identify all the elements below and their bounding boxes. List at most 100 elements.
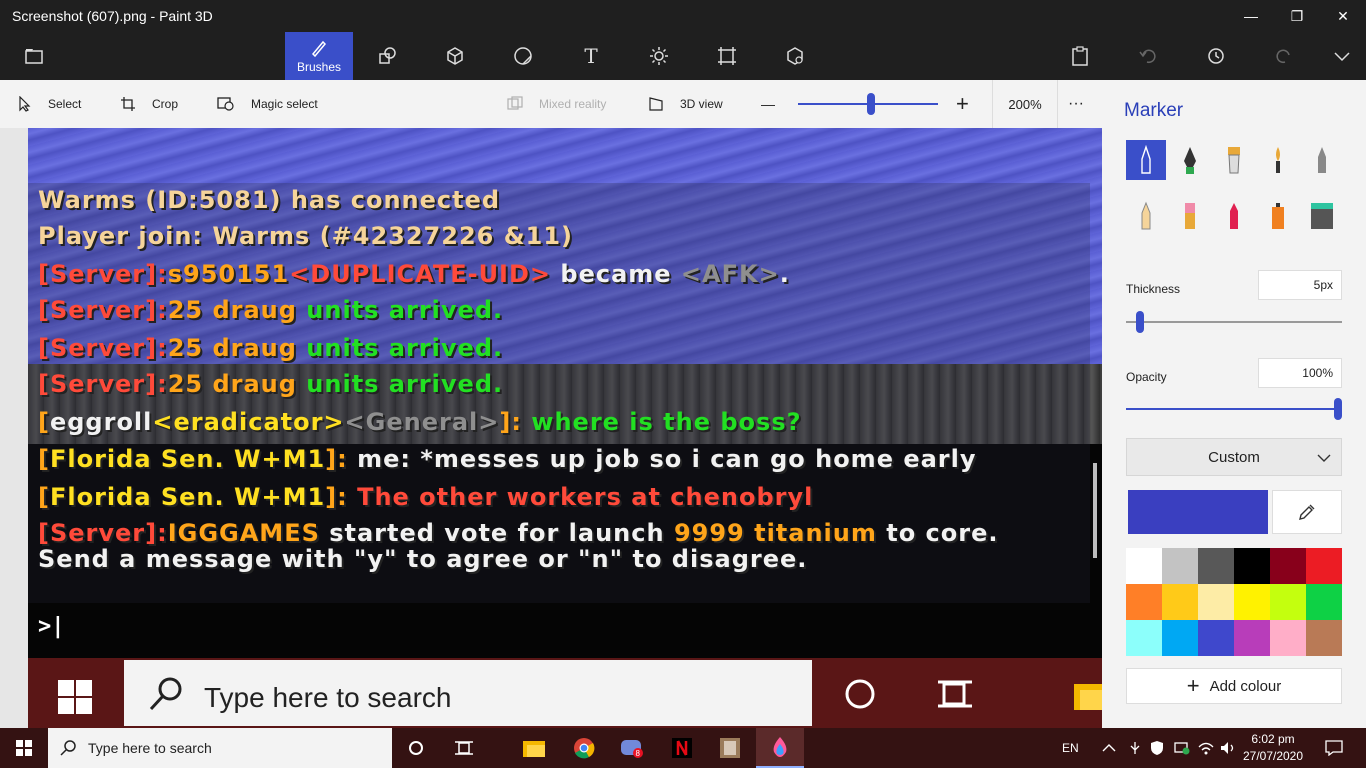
minimize-button[interactable]: — <box>1228 0 1274 32</box>
clock[interactable]: 6:02 pm 27/07/2020 <box>1238 731 1308 765</box>
marker-tool[interactable] <box>1126 140 1166 180</box>
opacity-input[interactable]: 100% <box>1258 358 1342 388</box>
language-indicator[interactable]: EN <box>1062 728 1079 768</box>
close-button[interactable]: ✕ <box>1320 0 1366 32</box>
brush-icon <box>311 40 327 58</box>
oil-brush-tool[interactable] <box>1214 140 1254 180</box>
show-hidden-icons[interactable] <box>1102 728 1116 768</box>
zoom-out-button[interactable]: — <box>761 80 775 128</box>
crop-button[interactable]: Crop <box>120 80 178 128</box>
palette-swatch[interactable] <box>1126 548 1162 584</box>
palette-swatch[interactable] <box>1234 584 1270 620</box>
opacity-slider-thumb[interactable] <box>1334 398 1342 420</box>
effects-tab[interactable] <box>625 32 693 80</box>
palette-swatch[interactable] <box>1126 620 1162 656</box>
pencil-tool[interactable] <box>1126 196 1166 236</box>
search-icon <box>60 740 76 756</box>
update-tray-icon[interactable] <box>1174 728 1190 768</box>
expand-button[interactable] <box>1308 32 1366 80</box>
palette-swatch[interactable] <box>1198 620 1234 656</box>
pixel-pen-icon <box>1318 147 1326 173</box>
pixel-pen-tool[interactable] <box>1302 140 1342 180</box>
palette-swatch[interactable] <box>1270 548 1306 584</box>
current-color-swatch[interactable] <box>1128 490 1268 534</box>
canvas-area[interactable]: Warms (ID:5081) has connected Player join… <box>0 128 1102 728</box>
palette-swatch[interactable] <box>1306 584 1342 620</box>
opacity-slider[interactable] <box>1126 408 1342 410</box>
more-options-button[interactable]: ··· <box>1068 80 1084 128</box>
taskbar-search-box[interactable]: Type here to search <box>48 728 392 768</box>
palette-swatch[interactable] <box>1306 548 1342 584</box>
library-3d-tab[interactable] <box>761 32 829 80</box>
chat-segment: <General> <box>344 408 500 436</box>
palette-swatch[interactable] <box>1198 584 1234 620</box>
eraser-tool[interactable] <box>1170 196 1210 236</box>
fill-tool[interactable] <box>1302 196 1342 236</box>
security-tray-icon[interactable] <box>1150 728 1164 768</box>
view-3d-button[interactable]: 3D view <box>648 80 723 128</box>
task-view-button[interactable] <box>440 728 488 768</box>
text-tab[interactable]: T <box>557 32 625 80</box>
window-title: Screenshot (607).png - Paint 3D <box>12 8 213 24</box>
canvas-tab[interactable] <box>693 32 761 80</box>
select-button[interactable]: Select <box>18 80 81 128</box>
stickers-tab[interactable] <box>489 32 557 80</box>
discord-app[interactable]: 8 <box>608 728 656 768</box>
palette-swatch[interactable] <box>1306 620 1342 656</box>
brushes-tab[interactable]: Brushes <box>285 32 353 80</box>
palette-swatch[interactable] <box>1126 584 1162 620</box>
view-3d-icon <box>649 97 663 111</box>
chat-input-prompt[interactable]: >| <box>38 614 65 639</box>
palette-swatch[interactable] <box>1162 548 1198 584</box>
crayon-tool[interactable] <box>1214 196 1254 236</box>
mixed-reality-button[interactable]: Mixed reality <box>507 80 606 128</box>
chat-segment: <eradicator> <box>152 408 345 436</box>
wifi-tray-icon[interactable] <box>1198 728 1214 768</box>
color-dropdown[interactable]: Custom <box>1126 438 1342 476</box>
volume-icon <box>1221 742 1234 754</box>
chat-segment: . <box>779 260 790 288</box>
chrome-app[interactable] <box>560 728 608 768</box>
magic-select-button[interactable]: Magic select <box>217 80 318 128</box>
palette-swatch[interactable] <box>1234 620 1270 656</box>
spray-can-tool[interactable] <box>1258 196 1298 236</box>
maximize-button[interactable]: ❐ <box>1274 0 1320 32</box>
undo-button[interactable] <box>1114 32 1182 80</box>
palette-swatch[interactable] <box>1270 620 1306 656</box>
thickness-slider-thumb[interactable] <box>1136 311 1145 333</box>
inner-search-box: Type here to search <box>124 660 812 726</box>
more-icon: ··· <box>1068 95 1084 112</box>
paint-3d-app[interactable] <box>756 728 804 768</box>
history-button[interactable] <box>1182 32 1250 80</box>
cortana-button[interactable] <box>392 728 440 768</box>
thickness-input[interactable]: 5px <box>1258 270 1342 300</box>
action-center-button[interactable] <box>1310 728 1358 768</box>
chat-segment: Warms (ID:5081) has connected <box>38 186 501 214</box>
shapes-3d-tab[interactable] <box>421 32 489 80</box>
zoom-slider-thumb[interactable] <box>867 93 875 115</box>
palette-swatch[interactable] <box>1234 548 1270 584</box>
image-app[interactable] <box>706 728 754 768</box>
eyedropper-button[interactable] <box>1272 490 1342 534</box>
thickness-slider[interactable] <box>1126 321 1342 323</box>
chat-segment: units arrived. <box>306 370 504 398</box>
usb-tray-icon[interactable] <box>1128 728 1142 768</box>
cortana-icon <box>409 741 423 755</box>
paste-button[interactable] <box>1046 32 1114 80</box>
watercolor-tool[interactable] <box>1258 140 1298 180</box>
palette-swatch[interactable] <box>1162 620 1198 656</box>
file-explorer-app[interactable] <box>510 728 558 768</box>
netflix-app[interactable] <box>658 728 706 768</box>
shapes-2d-tab[interactable] <box>353 32 421 80</box>
zoom-in-button[interactable]: + <box>956 80 969 128</box>
palette-swatch[interactable] <box>1162 584 1198 620</box>
start-button[interactable] <box>0 728 48 768</box>
add-colour-button[interactable]: + Add colour <box>1126 668 1342 704</box>
menu-button[interactable] <box>0 32 68 80</box>
palette-swatch[interactable] <box>1270 584 1306 620</box>
volume-tray-icon[interactable] <box>1220 728 1236 768</box>
calligraphy-pen-tool[interactable] <box>1170 140 1210 180</box>
palette-swatch[interactable] <box>1198 548 1234 584</box>
chat-scrollbar[interactable] <box>1093 463 1097 558</box>
zoom-level[interactable]: 200% <box>992 80 1058 128</box>
